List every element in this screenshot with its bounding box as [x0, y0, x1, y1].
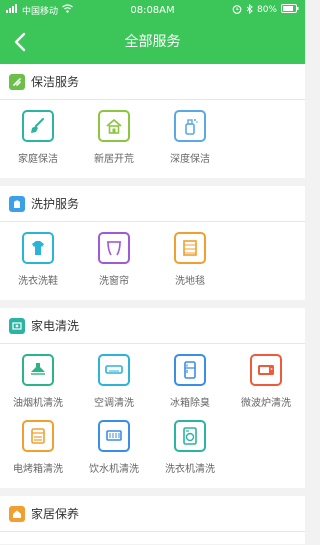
water-dispenser-icon: [98, 420, 130, 452]
service-grid: 洗衣洗鞋 洗窗帘 洗地毯: [0, 222, 305, 300]
service-air-conditioner[interactable]: 空调清洗: [76, 350, 152, 416]
service-grid: [0, 532, 305, 544]
section-home-maintenance: 家居保养: [0, 496, 305, 544]
section-header: 家居保养: [0, 496, 305, 532]
section-title: 保洁服务: [31, 75, 80, 89]
service-label: 洗地毯: [175, 276, 205, 287]
service-new-home-cleaning[interactable]: 新居开荒: [76, 106, 152, 172]
service-washing-machine[interactable]: 洗衣机清洗: [152, 416, 228, 482]
service-label: 深度保洁: [170, 154, 210, 165]
microwave-icon: [250, 354, 282, 386]
page-title: 全部服务: [124, 34, 181, 50]
fridge-icon: [174, 354, 206, 386]
service-range-hood[interactable]: 油烟机清洗: [0, 350, 76, 416]
service-label: 空调清洗: [94, 398, 134, 409]
service-home-cleaning[interactable]: 家庭保洁: [0, 106, 76, 172]
service-label: 电烤箱清洗: [13, 464, 63, 475]
house-icon: [98, 110, 130, 142]
service-grid: 油烟机清洗 空调清洗 冰箱除臭 微波炉清洗 电烤箱清洗 饮水机清洗 洗衣机清洗: [0, 344, 305, 488]
service-label: 新居开荒: [94, 154, 134, 165]
service-deep-cleaning[interactable]: 深度保洁: [152, 106, 228, 172]
services-list: 保洁服务 家庭保洁 新居开荒 深度保洁 洗护服务 洗衣洗鞋 洗窗帘 洗地毯 家电…: [0, 64, 305, 545]
service-label: 冰箱除臭: [170, 398, 210, 409]
service-label: 油烟机清洗: [13, 398, 63, 409]
service-label: 洗窗帘: [99, 276, 129, 287]
appliance-category-icon: [9, 317, 25, 334]
service-oven[interactable]: 电烤箱清洗: [0, 416, 76, 482]
status-bar: 中国移动 08:08AM 80%: [0, 0, 305, 20]
shirt-icon: [22, 232, 54, 264]
service-label: 家庭保洁: [18, 154, 58, 165]
service-rug-cleaning[interactable]: 洗地毯: [152, 228, 228, 294]
washing-machine-icon: [174, 420, 206, 452]
section-title: 家电清洗: [31, 319, 80, 333]
service-label: 洗衣机清洗: [165, 464, 215, 475]
service-grid: 家庭保洁 新居开荒 深度保洁: [0, 100, 305, 178]
service-label: 微波炉清洗: [241, 398, 291, 409]
curtain-icon: [98, 232, 130, 264]
nav-bar: 全部服务: [0, 20, 305, 64]
service-label: 饮水机清洗: [89, 464, 139, 475]
service-fridge[interactable]: 冰箱除臭: [152, 350, 228, 416]
service-curtain-cleaning[interactable]: 洗窗帘: [76, 228, 152, 294]
service-laundry-shoes[interactable]: 洗衣洗鞋: [0, 228, 76, 294]
section-laundry: 洗护服务 洗衣洗鞋 洗窗帘 洗地毯: [0, 186, 305, 300]
cleaning-category-icon: [9, 73, 25, 90]
spray-bottle-icon: [174, 110, 206, 142]
section-title: 家居保养: [31, 507, 80, 521]
section-header: 洗护服务: [0, 186, 305, 222]
service-label: 洗衣洗鞋: [18, 276, 58, 287]
back-button[interactable]: [4, 26, 36, 58]
service-water-dispenser[interactable]: 饮水机清洗: [76, 416, 152, 482]
laundry-category-icon: [9, 195, 25, 212]
section-cleaning: 保洁服务 家庭保洁 新居开荒 深度保洁: [0, 64, 305, 178]
service-microwave[interactable]: 微波炉清洗: [228, 350, 304, 416]
section-header: 保洁服务: [0, 64, 305, 100]
section-title: 洗护服务: [31, 197, 80, 211]
section-header: 家电清洗: [0, 308, 305, 344]
range-hood-icon: [22, 354, 54, 386]
section-appliance: 家电清洗 油烟机清洗 空调清洗 冰箱除臭 微波炉清洗 电烤箱清洗 饮水机清洗 洗…: [0, 308, 305, 488]
air-conditioner-icon: [98, 354, 130, 386]
home-maintenance-category-icon: [9, 505, 25, 522]
rug-icon: [174, 232, 206, 264]
oven-icon: [22, 420, 54, 452]
status-time: 08:08AM: [130, 4, 175, 16]
broom-icon: [22, 110, 54, 142]
chevron-left-icon: [14, 32, 26, 52]
